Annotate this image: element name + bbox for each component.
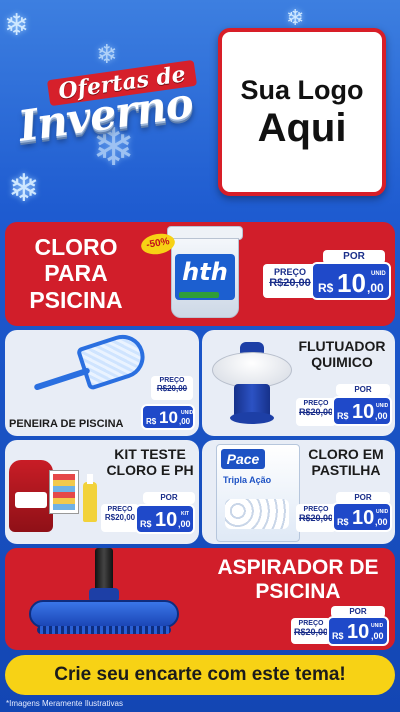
title-line: CLORO (34, 234, 118, 260)
price-decimal: ,00 (371, 631, 384, 641)
header: ❄ ❄ ❄ ❄ ❄ Ofertas de Inverno Sua Logo Aq… (0, 0, 400, 218)
pool-vacuum-head-image (23, 548, 183, 648)
new-price-box: R$ 10 ,00 KIT (135, 504, 195, 534)
old-price: R$20,00 (298, 513, 334, 523)
product-title: FLUTUADOR QUIMICO (290, 338, 394, 370)
cta-banner[interactable]: Crie seu encarte com este tema! (5, 655, 395, 695)
new-price-box: R$ 10 ,00 UNID (332, 396, 392, 426)
old-price-box: PREÇO R$20,00 (151, 376, 193, 400)
preco-label: PREÇO (107, 506, 133, 513)
currency: R$ (318, 281, 334, 295)
snowflake-icon: ❄ (4, 8, 30, 43)
title-line: CLORO E PH (106, 462, 194, 479)
new-price-box: R$ 10 ,00 UNID (332, 502, 392, 532)
price-unit: UNID (371, 271, 386, 277)
price-integer: 10 (347, 621, 370, 643)
title-line: CLORO EM (308, 446, 384, 462)
product-card-peneira: PENEIRA DE PISCINA PREÇO R$20,00 R$ 10 ,… (5, 330, 199, 436)
price-decimal: ,00 (367, 281, 384, 295)
logo-text-line1: Sua Logo (240, 74, 364, 105)
badge-main-text: Inverno (15, 78, 196, 151)
price-unit: UNID (371, 623, 384, 629)
old-price-box: PREÇO R$20,00 (101, 504, 139, 532)
old-price-box: PREÇO R$20,00 (296, 504, 336, 532)
price-integer: 10 (337, 268, 366, 298)
por-label: POR (336, 384, 390, 396)
product-card-kit: KIT TESTE CLORO E PH POR PREÇO R$20,00 R… (5, 440, 199, 544)
title-line: KIT TESTE (114, 446, 186, 462)
new-price-box: R$ 10 ,00 UNID (141, 404, 195, 430)
currency: R$ (337, 411, 349, 421)
product-card-pastilha: Pace Tripla Ação CLORO EM PASTILHA POR P… (202, 440, 395, 544)
old-price: R$20,00 (298, 407, 334, 417)
new-price-box: R$ 10 ,00 UNID (327, 616, 389, 646)
price-unit: UNID (376, 403, 389, 409)
currency: R$ (337, 517, 349, 527)
old-price: R$20,00 (293, 627, 329, 637)
winter-offers-badge: Ofertas de Inverno (14, 59, 200, 184)
chemical-floater-image (210, 342, 294, 432)
price-integer: 10 (159, 408, 178, 427)
product-title: KIT TESTE CLORO E PH (103, 446, 197, 478)
title-line: PARA (44, 260, 108, 287)
preco-label: PREÇO (273, 267, 306, 277)
preco-label: PREÇO (159, 377, 185, 384)
preco-label: PREÇO (303, 506, 329, 513)
brand-label: hth (182, 258, 228, 286)
old-price-box: PREÇO R$20,00 (263, 264, 317, 298)
product-card-aspirador: ASPIRADOR DE PSICINA POR PREÇO R$20,00 R… (5, 548, 395, 650)
title-line: PSICINA (29, 286, 123, 313)
chlorine-tablet-package-image: Pace Tripla Ação (216, 444, 300, 542)
title-line: FLUTUADOR (298, 338, 386, 354)
old-price: R$20,00 (269, 277, 311, 289)
price-unit: UNID (376, 509, 389, 515)
title-line: PSICINA (255, 580, 341, 604)
price-decimal: ,00 (178, 519, 191, 529)
price-decimal: ,00 (375, 517, 388, 527)
product-title: CLORO EM PASTILHA (298, 446, 394, 478)
disclaimer-text: *Imagens Meramente Ilustrativas (6, 699, 123, 708)
old-price-box: PREÇO R$20,00 (296, 398, 336, 426)
chlorine-bucket-image: hth (167, 226, 243, 322)
pool-skimmer-net-image (31, 330, 151, 396)
old-price-box: PREÇO R$20,00 (291, 618, 331, 644)
por-label: POR (143, 492, 195, 504)
old-price: R$20,00 (104, 513, 136, 522)
product-title: PENEIRA DE PISCINA (9, 418, 124, 430)
product-card-cloro: CLORO PARA PSICINA hth -50% POR PREÇO R$… (5, 222, 395, 326)
price-unit: KIT (181, 511, 190, 517)
brand-label: Pace (221, 449, 265, 469)
price-integer: 10 (352, 401, 375, 423)
price-integer: 10 (155, 509, 178, 531)
package-text: Tripla Ação (223, 475, 272, 485)
test-kit-image (9, 452, 105, 540)
old-price: R$20,00 (156, 384, 188, 393)
currency: R$ (140, 519, 152, 529)
price-decimal: ,00 (179, 417, 191, 426)
title-line: ASPIRADOR DE (217, 556, 379, 579)
currency: R$ (146, 417, 157, 426)
logo-text-line2: Aqui (257, 105, 347, 150)
title-line: PASTILHA (311, 462, 381, 479)
poster: ❄ ❄ ❄ ❄ ❄ Ofertas de Inverno Sua Logo Aq… (0, 0, 400, 712)
preco-label: PREÇO (303, 400, 329, 407)
title-line: QUIMICO (311, 354, 373, 371)
price-integer: 10 (352, 507, 375, 529)
product-card-flutuador: FLUTUADOR QUIMICO POR PREÇO R$20,00 R$ 1… (202, 330, 395, 436)
logo-placeholder: Sua Logo Aqui (218, 28, 386, 196)
product-title: ASPIRADOR DE PSICINA (205, 556, 391, 604)
product-title: CLORO PARA PSICINA (13, 234, 139, 313)
currency: R$ (332, 631, 344, 641)
preco-label: PREÇO (298, 620, 324, 627)
new-price-box: R$ 10 ,00 UNID (311, 262, 391, 300)
price-unit: UNID (181, 410, 194, 416)
price-decimal: ,00 (375, 411, 388, 421)
